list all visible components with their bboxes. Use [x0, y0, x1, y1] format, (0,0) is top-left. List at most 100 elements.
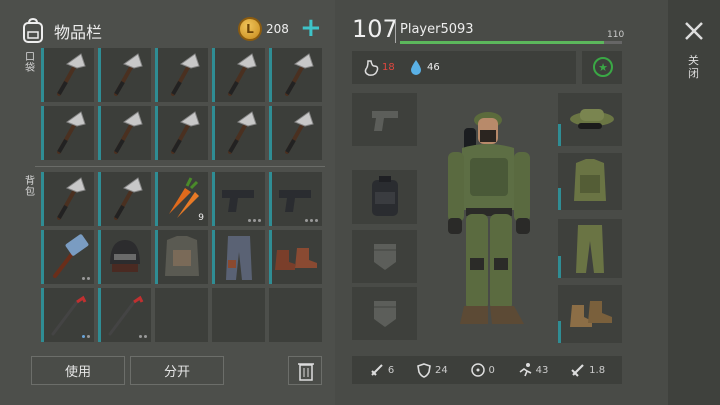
use-button[interactable]: 使用 [31, 356, 125, 385]
weight-icon [571, 364, 584, 377]
stat-radiation: 0 [470, 362, 495, 378]
running-icon [519, 363, 532, 377]
hatchet-icon [171, 53, 200, 96]
backpack-slot-4[interactable] [269, 172, 322, 226]
hatchet-icon [57, 177, 86, 220]
pocket-slot-2[interactable] [155, 48, 208, 102]
pocket-icon [374, 244, 396, 270]
backpack-slot-11[interactable] [98, 288, 151, 342]
slot-weapon[interactable] [352, 93, 417, 146]
hatchet-icon [57, 111, 86, 154]
pocket-slot-0[interactable] [41, 48, 94, 102]
close-label[interactable]: 关闭 [688, 54, 700, 80]
hatchet-icon [114, 177, 143, 220]
backpack-slot-7[interactable] [155, 230, 208, 284]
backpack-grid: 9 [41, 172, 322, 342]
hunger-value: 18 [382, 62, 395, 73]
stat-value: 43 [535, 364, 549, 376]
backpack-slot-5[interactable] [41, 230, 94, 284]
sledgehammer-icon [53, 234, 89, 278]
crowbar-icon [51, 295, 87, 336]
section-divider [35, 166, 325, 167]
pocket-slot-6[interactable] [98, 106, 151, 160]
trash-icon [298, 363, 314, 381]
pocket-icon [374, 301, 396, 327]
backpack-slot-1[interactable] [98, 172, 151, 226]
durability-dots [305, 219, 318, 222]
pocket-slot-7[interactable] [155, 106, 208, 160]
pistol-icon [222, 190, 254, 212]
xp-bar [400, 41, 622, 44]
coin-count: 208 [266, 22, 289, 36]
stat-value: 0 [488, 364, 495, 376]
pocket-slot-1[interactable] [98, 48, 151, 102]
stat-running: 43 [517, 362, 549, 378]
backpack-slot-6[interactable] [98, 230, 151, 284]
hatchet-icon [285, 111, 314, 154]
character-stats-bar: 6 24 0 43 1.8 [352, 356, 622, 384]
coin-icon: L [238, 17, 262, 41]
water-drop-icon [411, 60, 421, 75]
hatchet-icon [228, 53, 257, 96]
vitals-box: 18 46 [352, 51, 576, 84]
item-quantity: 9 [198, 213, 204, 223]
radiation-icon [470, 363, 485, 377]
backpack-slot-0[interactable] [41, 172, 94, 226]
durability-dots [248, 219, 261, 222]
trash-button[interactable] [288, 356, 322, 385]
hatchet-icon [114, 111, 143, 154]
backpack-label: 背包 [25, 176, 35, 198]
durability-dots [82, 335, 90, 338]
stat-value: 24 [435, 364, 448, 376]
backpack-slot-2[interactable]: 9 [155, 172, 208, 226]
close-icon[interactable] [681, 18, 707, 44]
stat-value: 1.8 [589, 364, 606, 376]
stomach-icon [364, 60, 379, 76]
stat-sword: 6 [369, 362, 394, 378]
pocket-slot-8[interactable] [212, 106, 265, 160]
inventory-header: 物品栏 [22, 14, 102, 48]
perk-button[interactable]: ★ [582, 51, 622, 84]
tactical-backpack-icon [372, 176, 398, 216]
slot-feet[interactable] [558, 285, 622, 343]
backpack-slot-8[interactable] [212, 230, 265, 284]
slot-pocket-1[interactable] [352, 230, 417, 283]
backpack-slot-13[interactable] [212, 288, 265, 342]
hatchet-icon [171, 111, 200, 154]
pants-icon [226, 236, 252, 280]
pants-icon [576, 225, 604, 273]
pistol-icon [372, 111, 398, 131]
slot-head[interactable] [558, 93, 622, 146]
slot-backpack[interactable] [352, 170, 417, 224]
hatchet-icon [228, 111, 257, 154]
shield-icon [417, 363, 431, 378]
slot-torso[interactable] [558, 153, 622, 210]
split-button[interactable]: 分开 [130, 356, 224, 385]
thirst-value: 46 [427, 62, 440, 73]
star-icon: ★ [593, 57, 613, 77]
armor-vest-icon [165, 236, 199, 276]
backpack-slot-12[interactable] [155, 288, 208, 342]
boots-icon [275, 248, 317, 270]
slot-legs[interactable] [558, 219, 622, 278]
pocket-grid [41, 48, 322, 160]
backpack-slot-10[interactable] [41, 288, 94, 342]
hatchet-icon [57, 53, 86, 96]
slot-pocket-2[interactable] [352, 287, 417, 340]
pocket-slot-4[interactable] [269, 48, 322, 102]
stat-weight: 1.8 [570, 362, 605, 378]
add-coins-button[interactable]: + [300, 13, 322, 43]
boonie-hat-icon [570, 109, 614, 129]
pocket-slot-9[interactable] [269, 106, 322, 160]
backpack-slot-9[interactable] [269, 230, 322, 284]
hatchet-icon [114, 53, 143, 96]
pocket-slot-5[interactable] [41, 106, 94, 160]
xp-bar-fill [400, 41, 605, 44]
pocket-label: 口袋 [25, 52, 35, 74]
boots-icon [570, 301, 612, 327]
inventory-title: 物品栏 [54, 23, 103, 42]
backpack-slot-14[interactable] [269, 288, 322, 342]
crowbar-icon [108, 295, 144, 336]
pocket-slot-3[interactable] [212, 48, 265, 102]
backpack-slot-3[interactable] [212, 172, 265, 226]
